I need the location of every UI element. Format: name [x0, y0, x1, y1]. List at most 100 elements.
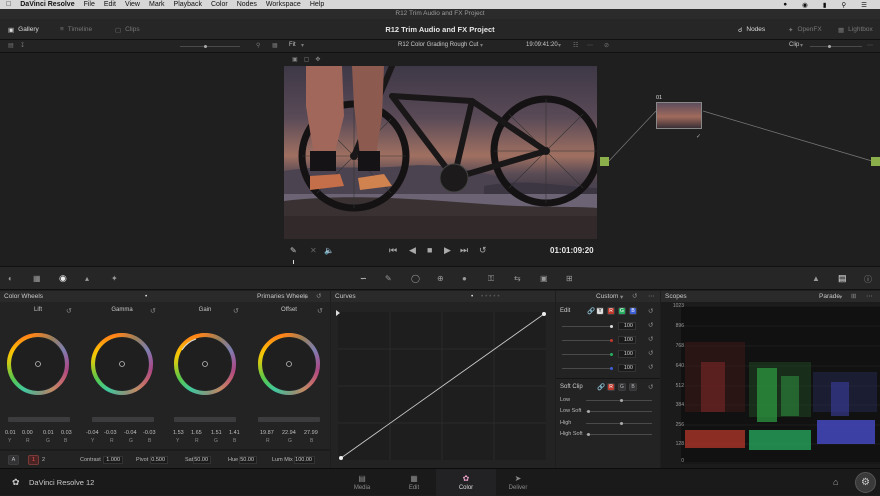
skip-forward-icon[interactable]: ⏭ — [460, 245, 468, 256]
gamma-g-value[interactable]: -0.04 — [124, 430, 137, 436]
rgb-mixer-icon[interactable]: ▴ — [85, 274, 89, 283]
contrast-field[interactable]: 1.000 — [103, 456, 123, 464]
channel-r-button[interactable]: R — [607, 307, 615, 315]
stereo-icon[interactable]: ⊞ — [566, 274, 573, 283]
apple-menu-icon[interactable]:  — [6, 1, 11, 8]
low-handle[interactable] — [620, 399, 623, 402]
soft-clip-reset-icon[interactable]: ↺ — [648, 383, 653, 391]
link-icon[interactable]: 🔗 — [587, 307, 595, 315]
reset-icon[interactable]: ↺ — [648, 363, 653, 371]
lift-g-value[interactable]: 0.01 — [43, 430, 54, 436]
y-intensity-slider[interactable] — [562, 326, 612, 327]
hue-field[interactable]: 50.00 — [239, 456, 257, 464]
menu-app-name[interactable]: DaVinci Resolve — [20, 1, 74, 8]
grid-view-icon[interactable]: ▦ — [272, 42, 278, 49]
menu-nodes[interactable]: Nodes — [237, 1, 257, 8]
g-intensity-slider[interactable] — [562, 354, 612, 355]
reset-icon[interactable]: ↺ — [648, 335, 653, 343]
menu-playback[interactable]: Playback — [174, 1, 202, 8]
playhead[interactable] — [293, 260, 294, 264]
menu-file[interactable]: File — [84, 1, 95, 8]
home-icon[interactable]: ⌂ — [833, 477, 838, 487]
color-wheels-icon[interactable]: ◉ — [59, 273, 67, 284]
stop-icon[interactable]: ■ — [427, 245, 432, 255]
offset-b-value[interactable]: 27.99 — [304, 430, 318, 436]
bypass-icon[interactable]: ⊘ — [604, 42, 609, 49]
timeline-name-dropdown[interactable]: R12 Color Grading Rough Cut — [398, 42, 478, 48]
lift-y-value[interactable]: 0.01 — [5, 430, 16, 436]
highlight-icon[interactable]: ▲ — [812, 274, 820, 283]
nodes-button[interactable]: ☌ Nodes — [738, 19, 765, 40]
key-icon[interactable]: ⚿ — [488, 274, 494, 284]
gamma-y-value[interactable]: -0.04 — [86, 430, 99, 436]
reset-icon[interactable]: ↺ — [648, 321, 653, 329]
menu-edit[interactable]: Edit — [104, 1, 116, 8]
low-slider[interactable] — [586, 400, 652, 401]
reset-icon[interactable]: ↺ — [632, 292, 637, 300]
page-2-button[interactable]: 2 — [42, 457, 45, 463]
offset-r-value[interactable]: 19.87 — [260, 430, 274, 436]
node-zoom-slider[interactable] — [810, 46, 862, 47]
reset-icon[interactable]: ↺ — [648, 349, 653, 357]
lummix-field[interactable]: 100.00 — [294, 456, 315, 464]
split-screen-icon[interactable]: ☷ — [573, 42, 578, 49]
color-match-icon[interactable]: ▦ — [33, 274, 41, 283]
low-soft-slider[interactable] — [586, 411, 652, 412]
openfx-button[interactable]: ✦ OpenFX — [788, 19, 822, 40]
channel-b-button[interactable]: B — [629, 307, 637, 315]
curves-icon[interactable]: ∽ — [360, 274, 367, 283]
speaker-icon[interactable]: 🔈 — [324, 246, 334, 255]
gain-b-value[interactable]: 1.41 — [229, 430, 240, 436]
gallery-options-icon[interactable]: ▤ — [8, 42, 14, 49]
sat-field[interactable]: 50.00 — [193, 456, 211, 464]
node-output-handle[interactable] — [871, 157, 880, 166]
high-soft-slider[interactable] — [586, 434, 652, 435]
play-reverse-icon[interactable]: ◀ — [409, 245, 416, 256]
info-icon[interactable]: ⓘ — [864, 274, 872, 285]
lift-r-value[interactable]: 0.00 — [22, 430, 33, 436]
options-icon[interactable]: ⋯ — [587, 42, 593, 49]
blur-icon[interactable]: ● — [462, 274, 467, 283]
clip-mode-dropdown[interactable]: Clip — [789, 42, 799, 48]
fit-dropdown[interactable]: Fit — [289, 42, 296, 48]
search-icon[interactable]: ⚲ — [841, 1, 846, 9]
page-1-button[interactable]: 1 — [28, 455, 39, 465]
r-intensity-handle[interactable] — [610, 339, 613, 342]
crossover-icon[interactable]: ✕ — [310, 246, 317, 255]
viewer-timecode[interactable]: 19:09:41:20 — [526, 42, 558, 48]
offset-g-value[interactable]: 22.94 — [282, 430, 296, 436]
page-media-button[interactable]: ▤ Media — [332, 469, 392, 496]
b-intensity-field[interactable]: 100 — [618, 364, 636, 372]
wheels-mode-dropdown[interactable]: Primaries Wheels — [257, 293, 308, 300]
pivot-field[interactable]: 0.500 — [150, 456, 168, 464]
zoom-slider-handle[interactable] — [204, 45, 207, 48]
battery-icon[interactable]: ▮ — [823, 1, 827, 9]
status-icon[interactable]: ● — [783, 1, 787, 8]
menu-view[interactable]: View — [125, 1, 140, 8]
high-slider[interactable] — [586, 423, 652, 424]
y-intensity-field[interactable]: 100 — [618, 322, 636, 330]
settings-icon[interactable]: ⊞ — [851, 292, 856, 300]
node-zoom-handle[interactable] — [828, 45, 831, 48]
page-deliver-button[interactable]: ➤ Deliver — [488, 469, 548, 496]
video-frame[interactable] — [284, 66, 597, 239]
tracker-icon[interactable]: ⊕ — [437, 274, 444, 283]
reset-icon[interactable]: ↺ — [316, 292, 321, 300]
scopes-mode-dropdown[interactable]: Parade — [819, 293, 840, 300]
loop-icon[interactable]: ↺ — [479, 245, 487, 256]
g-intensity-handle[interactable] — [610, 353, 613, 356]
timeline-button[interactable]: ≡ Timeline — [60, 19, 92, 40]
play-icon[interactable]: ▶ — [444, 245, 451, 256]
motion-effects-icon[interactable]: ✦ — [111, 274, 118, 283]
qualifier-icon[interactable]: ✎ — [385, 274, 392, 283]
scopes-icon[interactable]: ▤ — [838, 273, 847, 284]
page-color-button[interactable]: ✿ Color — [436, 469, 496, 496]
curves-graph[interactable] — [331, 302, 555, 468]
channel-y-button[interactable]: Y — [596, 307, 604, 315]
gain-g-value[interactable]: 1.51 — [211, 430, 222, 436]
gallery-button[interactable]: ▣ Gallery — [8, 19, 39, 40]
gain-r-value[interactable]: 1.65 — [191, 430, 202, 436]
menu-workspace[interactable]: Workspace — [266, 1, 301, 8]
wifi-icon[interactable]: ◉ — [802, 1, 808, 9]
sizing-icon[interactable]: ⇆ — [514, 274, 521, 283]
